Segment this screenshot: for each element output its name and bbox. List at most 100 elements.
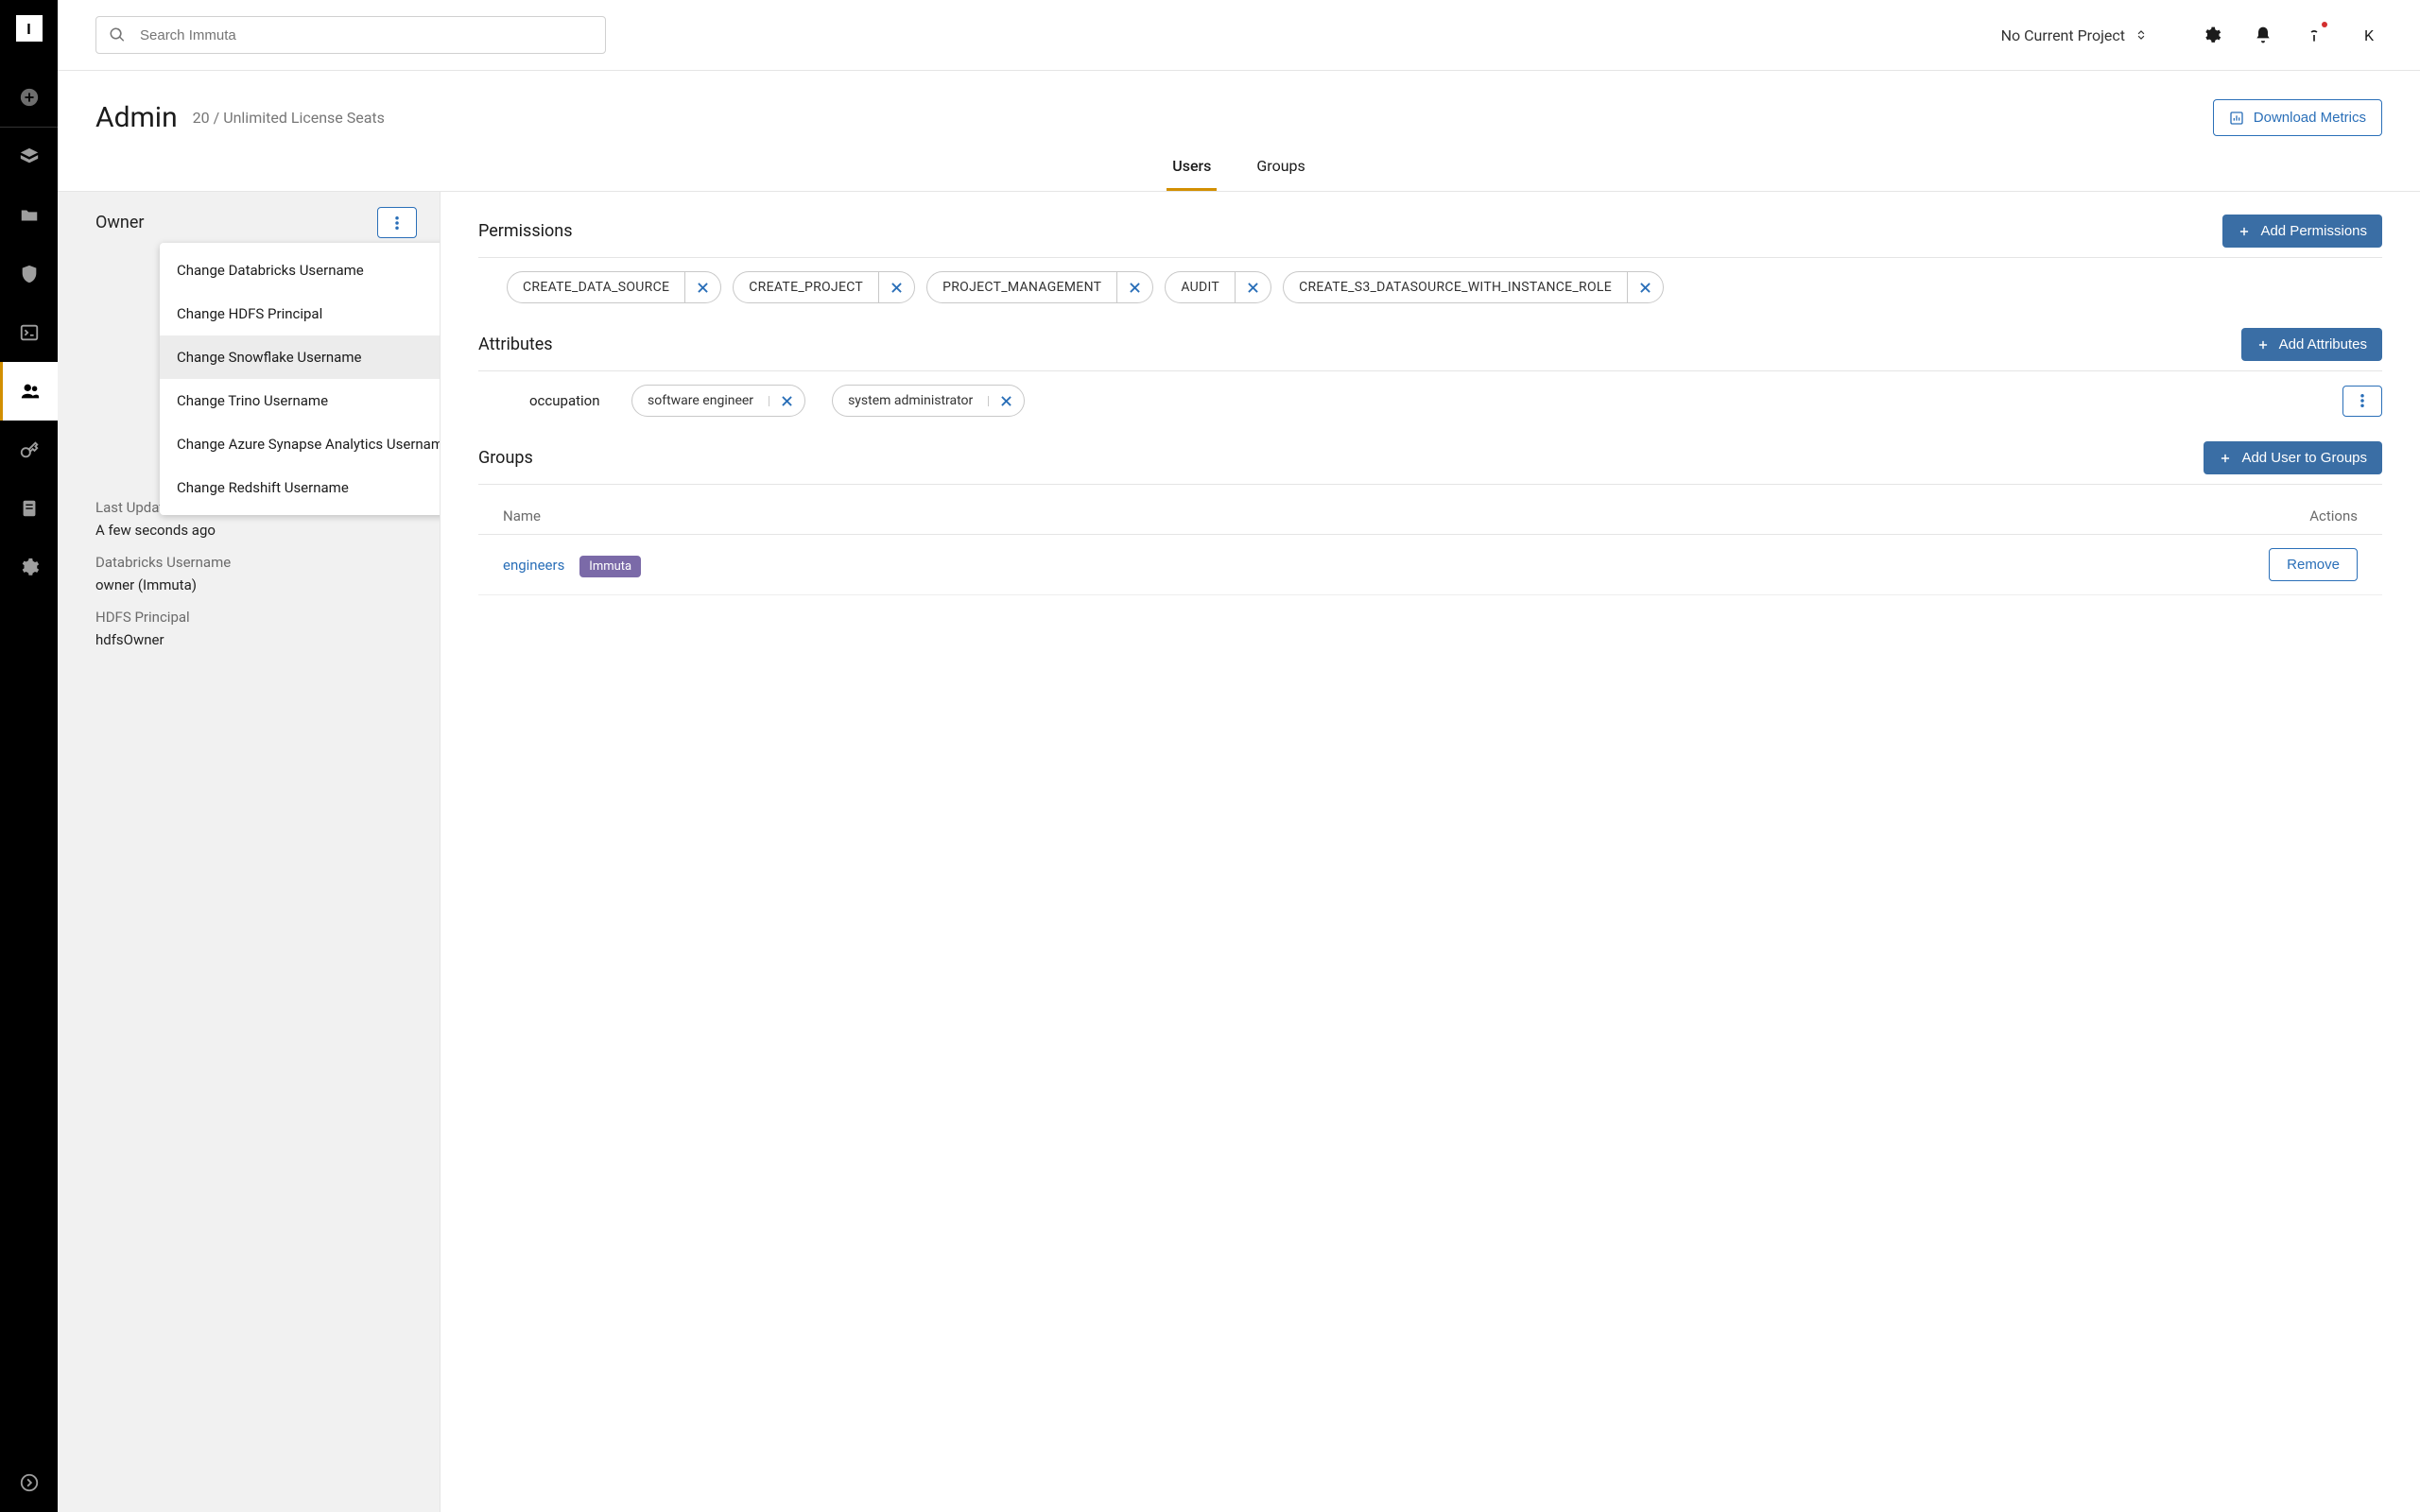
menu-change-databricks[interactable]: Change Databricks Username	[160, 249, 441, 292]
remove-permission-button[interactable]	[878, 272, 914, 302]
tab-groups[interactable]: Groups	[1251, 146, 1310, 191]
owner-actions-menu-button[interactable]	[377, 207, 417, 238]
remote-button[interactable]	[2305, 26, 2324, 44]
bell-icon	[2254, 26, 2273, 44]
attribute-key: occupation	[529, 392, 605, 409]
add-user-to-groups-button[interactable]: Add User to Groups	[2204, 441, 2382, 474]
search-container	[95, 16, 606, 54]
menu-change-synapse[interactable]: Change Azure Synapse Analytics Username	[160, 422, 441, 466]
people-icon	[20, 381, 41, 402]
chip-label: CREATE_PROJECT	[734, 272, 878, 302]
nav-admin[interactable]	[0, 362, 58, 421]
nav-folder[interactable]	[0, 186, 58, 245]
close-icon	[1248, 283, 1258, 293]
left-nav-rail: I	[0, 0, 58, 1512]
bar-chart-icon	[2229, 111, 2244, 126]
topbar: No Current Project K	[58, 0, 2420, 71]
nav-shield[interactable]	[0, 245, 58, 303]
attributes-title: Attributes	[478, 335, 553, 354]
chip-label: CREATE_S3_DATASOURCE_WITH_INSTANCE_ROLE	[1284, 272, 1627, 302]
page-title: Admin	[95, 101, 178, 134]
menu-change-snowflake[interactable]: Change Snowflake Username	[160, 335, 441, 379]
group-badge: Immuta	[579, 556, 641, 577]
layers-icon	[19, 146, 40, 167]
shield-icon	[19, 264, 40, 284]
groups-section: Groups Add User to Groups Name Actions e…	[478, 441, 2382, 595]
project-selector-label: No Current Project	[2001, 26, 2125, 44]
remove-attribute-button[interactable]	[769, 396, 804, 406]
close-icon	[1130, 283, 1140, 293]
nav-terminal[interactable]	[0, 303, 58, 362]
group-link[interactable]: engineers	[503, 557, 564, 574]
kebab-icon	[2360, 394, 2364, 407]
chip-label: CREATE_DATA_SOURCE	[508, 272, 684, 302]
plus-icon	[2238, 225, 2251, 238]
nav-layers[interactable]	[0, 128, 58, 186]
add-permissions-label: Add Permissions	[2260, 223, 2367, 239]
remove-permission-button[interactable]	[1116, 272, 1152, 302]
owner-panel-head: Owner	[58, 192, 440, 248]
permission-chip: PROJECT_MANAGEMENT	[926, 271, 1153, 303]
tabs: Users Groups	[58, 146, 2420, 192]
project-selector[interactable]: No Current Project	[2001, 26, 2148, 44]
page: No Current Project K Admin 20 / Unlimite…	[58, 0, 2420, 1512]
chip-label: software engineer	[632, 386, 769, 416]
close-icon	[782, 396, 792, 406]
attributes-section: Attributes Add Attributes occupation sof…	[478, 328, 2382, 417]
menu-change-trino[interactable]: Change Trino Username	[160, 379, 441, 422]
databricks-label: Databricks Username	[95, 554, 402, 571]
arrow-circle-icon	[19, 1472, 40, 1493]
remove-attribute-button[interactable]	[988, 396, 1024, 406]
key-icon	[19, 439, 40, 460]
remove-permission-button[interactable]	[684, 272, 720, 302]
folder-icon	[19, 205, 40, 226]
user-avatar[interactable]: K	[2356, 22, 2382, 48]
permission-chip: CREATE_DATA_SOURCE	[507, 271, 721, 303]
remove-permission-button[interactable]	[1235, 272, 1270, 302]
groups-table-head: Name Actions	[478, 498, 2382, 535]
search-icon	[109, 26, 126, 43]
remove-permission-button[interactable]	[1627, 272, 1663, 302]
attribute-chip: software engineer	[631, 385, 805, 417]
app-logo: I	[16, 15, 43, 42]
permission-chip: CREATE_S3_DATASOURCE_WITH_INSTANCE_ROLE	[1283, 271, 1664, 303]
add-permissions-button[interactable]: Add Permissions	[2222, 215, 2382, 248]
plus-icon	[2219, 452, 2232, 465]
chip-label: AUDIT	[1166, 272, 1235, 302]
groups-table: Name Actions engineers Immuta Remove	[478, 498, 2382, 595]
plus-icon	[2256, 338, 2270, 352]
chip-label: system administrator	[833, 386, 988, 416]
search-input[interactable]	[95, 16, 606, 54]
hdfs-label: HDFS Principal	[95, 609, 402, 626]
kebab-icon	[395, 216, 399, 230]
chip-label: PROJECT_MANAGEMENT	[927, 272, 1116, 302]
add-attributes-label: Add Attributes	[2279, 336, 2367, 352]
remove-group-button[interactable]: Remove	[2269, 548, 2358, 581]
notifications-button[interactable]	[2254, 26, 2273, 44]
permission-chips: CREATE_DATA_SOURCE CREATE_PROJECT PROJEC…	[478, 271, 2382, 303]
menu-change-hdfs[interactable]: Change HDFS Principal	[160, 292, 441, 335]
groups-title: Groups	[478, 448, 533, 468]
attribute-row: occupation software engineer system admi…	[478, 385, 2382, 417]
attribute-chip: system administrator	[832, 385, 1025, 417]
nav-add[interactable]	[0, 68, 58, 127]
permission-chip: AUDIT	[1165, 271, 1271, 303]
notification-dot	[2322, 22, 2327, 27]
settings-button[interactable]	[2203, 26, 2221, 44]
tab-users[interactable]: Users	[1167, 146, 1217, 191]
permissions-section: Permissions Add Permissions CREATE_DATA_…	[478, 215, 2382, 303]
col-actions: Actions	[2309, 507, 2358, 524]
download-metrics-button[interactable]: Download Metrics	[2213, 99, 2382, 136]
close-icon	[891, 283, 902, 293]
topbar-icons: K	[2203, 22, 2382, 48]
menu-change-redshift[interactable]: Change Redshift Username	[160, 466, 441, 509]
nav-doc[interactable]	[0, 479, 58, 538]
attribute-actions-button[interactable]	[2342, 386, 2382, 417]
nav-settings[interactable]	[0, 538, 58, 596]
close-icon	[1640, 283, 1651, 293]
nav-keys[interactable]	[0, 421, 58, 479]
add-attributes-button[interactable]: Add Attributes	[2241, 328, 2382, 361]
databricks-value: owner (Immuta)	[95, 576, 402, 593]
nav-collapse[interactable]	[0, 1453, 58, 1512]
body: Owner Change Databricks Username Change …	[58, 192, 2420, 1512]
